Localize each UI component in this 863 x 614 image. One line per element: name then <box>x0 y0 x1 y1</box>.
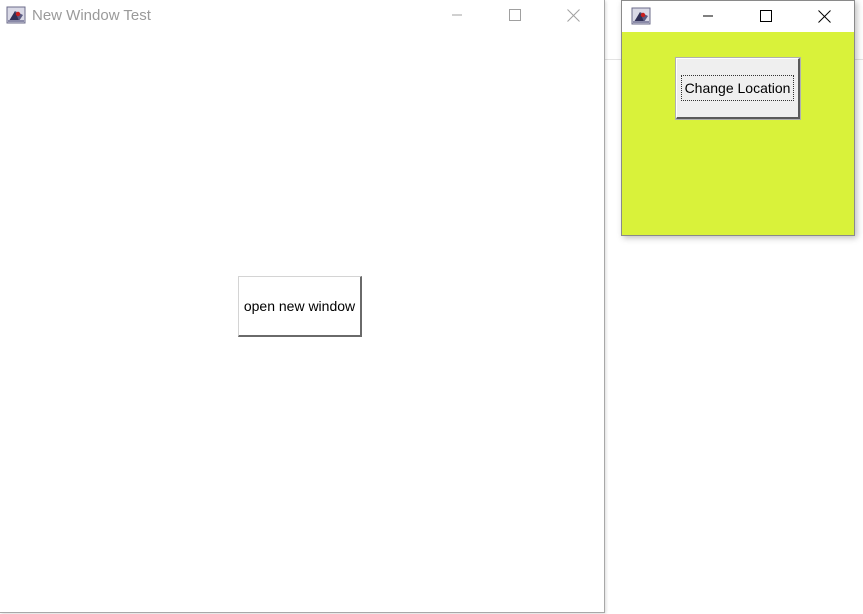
change-location-button[interactable]: Change Location <box>675 57 801 120</box>
maximize-button[interactable] <box>486 0 544 30</box>
open-new-window-button[interactable]: open new window <box>238 276 362 337</box>
java-app-icon[interactable] <box>631 6 651 26</box>
window-title: New Window Test <box>32 6 151 24</box>
close-button[interactable] <box>795 1 853 31</box>
minimize-icon <box>452 14 462 16</box>
close-button[interactable] <box>544 0 602 30</box>
main-window: New Window Test open new window <box>0 0 605 613</box>
minimize-icon <box>703 15 713 17</box>
secondary-window-titlebar[interactable] <box>622 1 854 32</box>
close-icon <box>817 9 831 23</box>
close-icon <box>566 8 580 22</box>
maximize-icon <box>760 10 772 22</box>
minimize-button[interactable] <box>679 1 737 31</box>
minimize-button[interactable] <box>428 0 486 30</box>
change-location-label: Change Location <box>680 75 795 101</box>
main-window-titlebar[interactable]: New Window Test <box>0 0 604 30</box>
maximize-button[interactable] <box>737 1 795 31</box>
maximize-icon <box>509 9 521 21</box>
secondary-window: Change Location <box>621 0 855 236</box>
java-app-icon[interactable] <box>6 5 26 25</box>
